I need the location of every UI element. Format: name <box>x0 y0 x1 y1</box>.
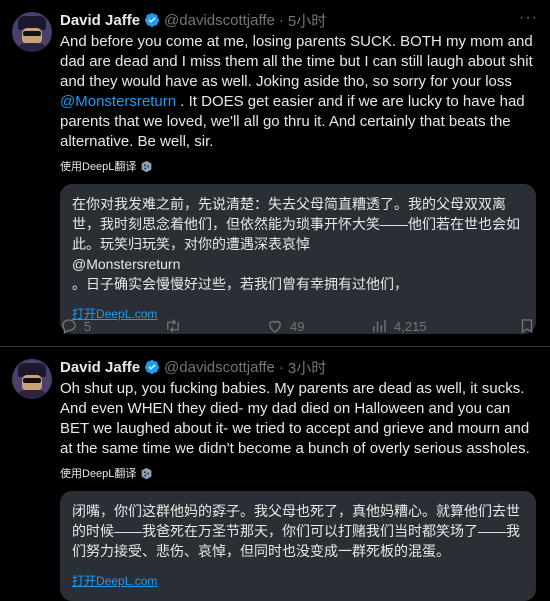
views-chart-icon <box>373 320 386 332</box>
more-options-icon[interactable]: ··· <box>519 9 538 27</box>
avatar[interactable] <box>12 359 52 399</box>
bookmark-icon <box>521 319 533 334</box>
separator-dot: · <box>278 11 284 29</box>
verified-badge-icon <box>145 13 160 27</box>
translation-line: 们努力接受、悲伤、哀悼，但同时也没变成一群死板的混蛋。 <box>72 543 450 559</box>
translation-line: 的时候——我爸死在万圣节那天，你们可以打赌我们当时都笑场了——我 <box>72 523 520 539</box>
tweet-header: David Jaffe @davidscottjaffe · 5小时 ··· <box>60 9 538 31</box>
reply-button[interactable]: 5 <box>60 317 91 335</box>
verified-badge-icon <box>145 360 160 374</box>
tweet-text: And before you come at me, losing parent… <box>60 33 533 150</box>
reply-icon <box>62 319 76 334</box>
reply-count: 5 <box>84 318 92 334</box>
translation-line: @Monstersreturn <box>72 256 181 272</box>
deepl-icon <box>142 467 152 479</box>
deepl-icon <box>142 160 152 172</box>
translation-line: 此。玩笑归玩笑，对你的遭遇深表哀悼 <box>72 236 310 252</box>
share-bookmark-button[interactable] <box>518 317 536 335</box>
avatar[interactable] <box>12 12 52 52</box>
translate-with-deepl[interactable]: 使用DeepL翻译 <box>60 158 536 174</box>
tweet[interactable]: David Jaffe @davidscottjaffe · 5小时 ··· A… <box>0 0 550 347</box>
translation-line: 闭嘴，你们这群他妈的孬子。我父母也死了，真他妈糟心。就算他们去世 <box>72 503 520 519</box>
author-handle[interactable]: @davidscottjaffe <box>164 12 275 29</box>
views-button[interactable]: 4,215 <box>370 317 427 335</box>
view-count: 4,215 <box>394 318 427 334</box>
author-handle[interactable]: @davidscottjaffe <box>164 359 275 376</box>
timestamp[interactable]: 5小时 <box>288 10 326 31</box>
translation-line: 在你对我发难之前，先说清楚：失去父母简直糟透了。我的父母双双离 <box>72 196 506 212</box>
mention-link[interactable]: @Monstersreturn <box>60 93 176 110</box>
translation-box: 闭嘴，你们这群他妈的孬子。我父母也死了，真他妈糟心。就算他们去世 的时候——我爸… <box>60 491 536 601</box>
tweet-text: Oh shut up, you fucking babies. My paren… <box>60 380 530 457</box>
author-name[interactable]: David Jaffe <box>60 12 140 29</box>
like-count: 49 <box>290 318 305 334</box>
open-deepl-link[interactable]: 打开DeepL.com <box>72 571 524 591</box>
like-button[interactable]: 49 <box>266 317 304 335</box>
translation-line: 世，我时刻思念着他们，但依然能为琐事开怀大笑——他们若在世也会如 <box>72 216 520 232</box>
separator-dot: · <box>278 358 284 376</box>
tweet[interactable]: David Jaffe @davidscottjaffe · 3小时 Oh sh… <box>0 347 550 601</box>
tweet-actions: 5 49 4,215 <box>60 316 536 336</box>
translation-box: 在你对我发难之前，先说清楚：失去父母简直糟透了。我的父母双双离 世，我时刻思念着… <box>60 184 536 334</box>
translation-line: 。日子确实会慢慢好过些，若我们曾有幸拥有过他们， <box>72 276 408 292</box>
author-name[interactable]: David Jaffe <box>60 359 140 376</box>
timestamp[interactable]: 3小时 <box>288 357 326 378</box>
repost-icon <box>167 319 179 333</box>
repost-button[interactable] <box>164 317 182 335</box>
heart-icon <box>269 320 281 333</box>
tweet-header: David Jaffe @davidscottjaffe · 3小时 <box>60 357 536 377</box>
translate-with-deepl[interactable]: 使用DeepL翻译 <box>60 465 536 481</box>
